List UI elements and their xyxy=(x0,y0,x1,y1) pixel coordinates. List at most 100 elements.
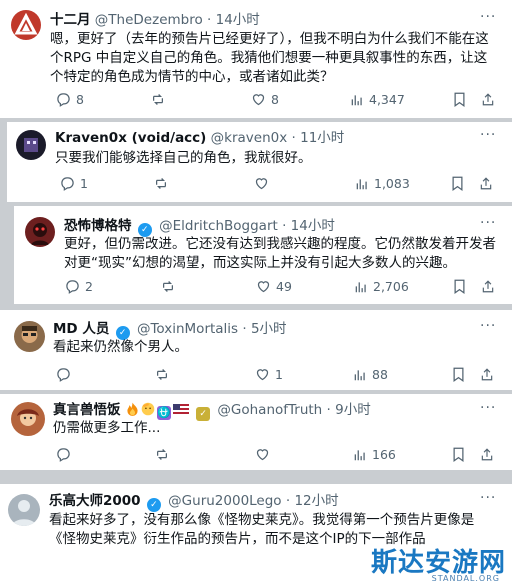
heart-icon xyxy=(257,281,270,293)
share-icon xyxy=(482,93,494,106)
bookmark-icon xyxy=(453,447,464,462)
user-handle[interactable]: @GohanofTruth xyxy=(217,402,322,418)
tweet-card[interactable]: MD 人员 ✓ @ToxinMortalis · 5小时 ··· 看起来仍然像个… xyxy=(0,310,512,390)
repost-button[interactable] xyxy=(160,279,176,294)
views-button[interactable]: 4,347 xyxy=(350,92,405,107)
user-handle[interactable]: @TheDezembro xyxy=(95,12,203,28)
more-options-icon[interactable]: ··· xyxy=(480,318,496,334)
views-count: 166 xyxy=(372,447,396,462)
views-button[interactable]: 2,706 xyxy=(354,279,409,294)
watermark-domain: STANDAL.ORG xyxy=(431,574,500,583)
repost-button[interactable] xyxy=(154,447,170,462)
more-options-icon[interactable]: ··· xyxy=(480,400,496,416)
reply-button[interactable] xyxy=(56,367,71,382)
bookmark-button[interactable] xyxy=(451,176,464,191)
repost-icon xyxy=(153,94,163,105)
reply-icon xyxy=(66,280,79,294)
share-button[interactable] xyxy=(479,176,493,191)
share-button[interactable] xyxy=(481,92,495,107)
repost-icon xyxy=(156,178,166,189)
more-options-icon[interactable]: ··· xyxy=(480,215,496,231)
user-handle[interactable]: @Guru2000Lego xyxy=(168,493,281,509)
views-icon xyxy=(354,369,365,380)
reply-icon xyxy=(57,448,70,462)
like-button[interactable]: 49 xyxy=(256,279,292,294)
bookmark-button[interactable] xyxy=(453,92,466,107)
views-icon xyxy=(354,449,365,460)
heart-icon xyxy=(256,449,269,461)
avatar[interactable] xyxy=(8,494,40,526)
share-icon xyxy=(480,177,492,190)
views-icon xyxy=(356,178,367,189)
repost-button[interactable] xyxy=(154,367,170,382)
repost-button[interactable] xyxy=(150,92,166,107)
avatar[interactable] xyxy=(11,402,45,436)
like-count: 8 xyxy=(271,92,279,107)
views-count: 88 xyxy=(372,367,388,382)
views-button[interactable]: 88 xyxy=(353,367,388,382)
avatar[interactable] xyxy=(11,10,41,40)
like-button[interactable]: 1 xyxy=(255,367,283,382)
avatar[interactable] xyxy=(14,321,45,352)
like-button[interactable] xyxy=(255,447,270,462)
share-button[interactable] xyxy=(480,367,494,382)
like-button[interactable] xyxy=(254,176,269,191)
repost-icon xyxy=(163,281,173,292)
reply-count: 2 xyxy=(85,279,93,294)
display-name[interactable]: 十二月 xyxy=(50,12,91,28)
us-flag-icon xyxy=(172,404,189,416)
more-options-icon[interactable]: ··· xyxy=(480,9,496,25)
avatar[interactable] xyxy=(16,130,46,160)
reply-button[interactable]: 1 xyxy=(60,176,88,191)
heart-icon xyxy=(255,178,268,190)
views-button[interactable]: 1,083 xyxy=(355,176,410,191)
repost-button[interactable] xyxy=(153,176,169,191)
display-name[interactable]: 真言兽悟饭 xyxy=(53,402,121,418)
tweet-card[interactable]: 十二月 @TheDezembro · 14小时 ··· 嗯，更好了（去年的预告片… xyxy=(0,0,512,118)
timestamp[interactable]: · 12小时 xyxy=(286,493,339,509)
tweet-card[interactable]: 真言兽悟饭 ⛎ ✓ @GohanofTruth · 9小时 ··· 仍需做更多工… xyxy=(0,394,512,470)
tweet-card[interactable]: Kraven0x (void/acc) @kraven0x · 11小时 ···… xyxy=(7,122,512,202)
action-bar: 2 49 2,706 xyxy=(64,279,502,297)
user-handle[interactable]: @kraven0x xyxy=(211,130,288,146)
reply-icon xyxy=(61,177,74,191)
display-name[interactable]: 恐怖博格特 xyxy=(64,218,132,234)
reply-icon xyxy=(57,368,70,382)
bookmark-button[interactable] xyxy=(453,279,466,294)
action-bar: 8 8 4,347 xyxy=(50,92,500,110)
tweet-card[interactable]: 恐怖博格特 ✓ @EldritchBoggart · 14小时 ··· 更好，但… xyxy=(14,206,512,304)
salute-emoji-icon xyxy=(141,402,155,416)
display-name[interactable]: Kraven0x (void/acc) xyxy=(55,130,206,146)
views-button[interactable]: 166 xyxy=(353,447,396,462)
avatar[interactable] xyxy=(25,217,55,247)
timestamp[interactable]: · 11小时 xyxy=(292,130,345,146)
heart-icon xyxy=(252,94,265,106)
action-bar: 1 88 xyxy=(53,367,493,385)
action-bar: 1 1,083 xyxy=(55,176,500,194)
timestamp[interactable]: · 9小时 xyxy=(327,402,371,418)
display-name[interactable]: 乐高大师2000 xyxy=(49,493,141,509)
user-handle[interactable]: @ToxinMortalis xyxy=(137,321,238,337)
timestamp[interactable]: · 14小时 xyxy=(207,12,260,28)
reply-count: 1 xyxy=(80,176,88,191)
reply-button[interactable]: 2 xyxy=(65,279,93,294)
user-handle[interactable]: @EldritchBoggart xyxy=(159,218,278,234)
more-options-icon[interactable]: ··· xyxy=(480,127,496,143)
share-button[interactable] xyxy=(480,447,494,462)
bookmark-icon xyxy=(454,92,465,107)
timestamp[interactable]: · 14小时 xyxy=(282,218,335,234)
more-options-icon[interactable]: ··· xyxy=(480,490,496,506)
like-button[interactable]: 8 xyxy=(251,92,279,107)
reply-button[interactable] xyxy=(56,447,71,462)
tweet-text: 嗯，更好了（去年的预告片已经更好了），但我不明白为什么我们不能在这个RPG 中自… xyxy=(50,31,489,85)
share-icon xyxy=(481,368,493,381)
timestamp[interactable]: · 5小时 xyxy=(242,321,286,337)
bookmark-button[interactable] xyxy=(452,367,465,382)
reply-button[interactable]: 8 xyxy=(56,92,84,107)
tweet-text: 仍需做更多工作... xyxy=(53,420,161,436)
bookmark-button[interactable] xyxy=(452,447,465,462)
display-name[interactable]: MD 人员 xyxy=(53,321,109,337)
share-button[interactable] xyxy=(481,279,495,294)
like-count: 1 xyxy=(275,367,283,382)
views-icon xyxy=(355,281,366,292)
